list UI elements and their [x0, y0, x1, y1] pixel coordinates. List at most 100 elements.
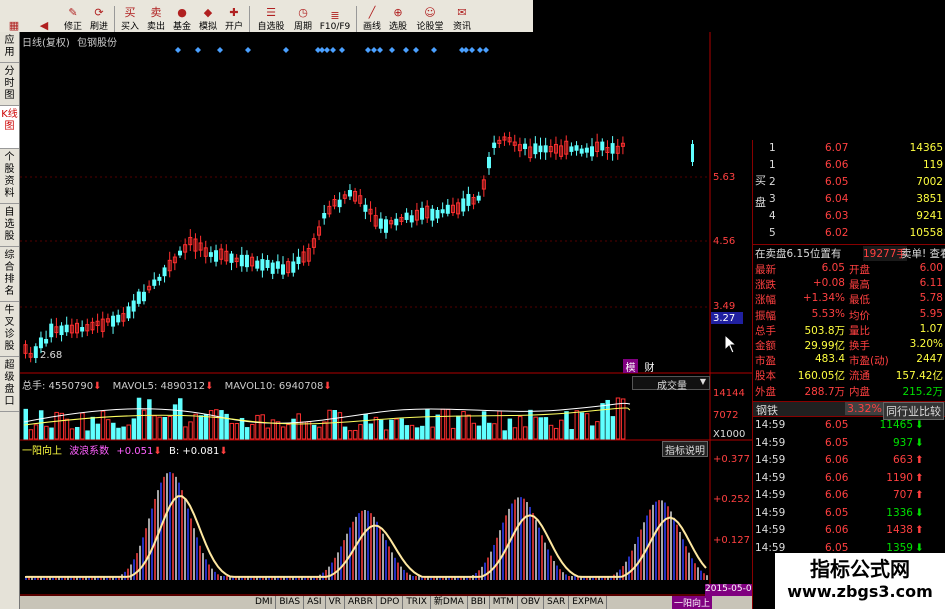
toolbar-button-icon-1[interactable]: ◀: [28, 2, 60, 32]
sidebar-tab-4[interactable]: 自选股: [0, 204, 19, 247]
toolbar-label: 卖出: [146, 22, 165, 32]
indicator-tab-10[interactable]: OBV: [518, 596, 544, 609]
order-price: 6.04: [825, 193, 849, 205]
volume-bar: [420, 425, 425, 440]
quote-value: 215.2万: [902, 385, 943, 398]
candle-body: [260, 259, 265, 271]
tab-cai[interactable]: 财: [642, 359, 657, 374]
arrow-down-icon: ⬇: [915, 419, 924, 431]
candle-body: [136, 291, 141, 304]
toolbar-button-15[interactable]: ✉ 资讯: [449, 2, 475, 33]
toolbar-button-10[interactable]: ◷ 周期: [290, 2, 316, 33]
toolbar-button-11[interactable]: ≣ F10/F9: [316, 2, 354, 33]
volume-bar: [244, 427, 250, 440]
toolbar-button-6[interactable]: ● 基金: [169, 2, 195, 33]
candle-body: [347, 190, 352, 197]
indicator-help-button[interactable]: 指标说明: [662, 441, 708, 457]
indicator-tab-5[interactable]: DPO: [377, 596, 404, 609]
volume-bar: [425, 409, 430, 440]
toolbar-button-8[interactable]: ✚ 开户: [221, 2, 247, 33]
sidebar-tab-5[interactable]: 综合排名: [0, 247, 19, 302]
sidebar-tab-1[interactable]: 分时图: [0, 63, 19, 106]
sidebar-tab-0[interactable]: 应用: [0, 32, 19, 63]
quote-key: 振幅: [755, 309, 776, 322]
volume-bar: [136, 397, 142, 440]
quote-row: 最新 6.05 开盘 6.00: [753, 262, 945, 276]
tab-mo[interactable]: 模: [623, 359, 638, 374]
candle-body: [569, 146, 574, 152]
tabs-scroll-area: [20, 596, 252, 609]
candle-body: [600, 141, 605, 151]
indicator-tab-4[interactable]: ARBR: [345, 596, 377, 609]
candle-body: [49, 323, 54, 338]
tick-price: 6.05: [825, 436, 849, 449]
volume-bar: [600, 403, 605, 440]
toolbar-label: 自选股: [257, 22, 285, 32]
candle-body: [162, 267, 167, 277]
kline-chart-svg[interactable]: 5.63 4.56 3.493.27 2.68 14144 7072 X1000 +0.377…: [20, 32, 752, 609]
toolbar-button-5[interactable]: 卖卖出: [143, 2, 169, 33]
volume-bar: [543, 417, 549, 440]
candle-body: [476, 195, 481, 201]
sidebar-tab-2[interactable]: K线图: [0, 106, 19, 149]
indicator-tab-6[interactable]: TRIX: [403, 596, 431, 609]
price-axis-label: 5.63: [713, 172, 735, 183]
date-box: 2015-05-06,3: [705, 584, 752, 596]
volume-axis-label: 14144: [713, 388, 745, 399]
order-book-row: 3 6.04 3851: [753, 193, 945, 207]
toolbar-button-9[interactable]: ☰ 自选股: [252, 2, 290, 33]
indicator-tab-2[interactable]: ASI: [304, 596, 326, 609]
volume-bar: [502, 430, 507, 440]
indicator-tab-8[interactable]: BBI: [468, 596, 490, 609]
indicator-tab-9[interactable]: MTM: [490, 596, 518, 609]
quote-value: 2447: [916, 353, 943, 366]
indicator-tab-7[interactable]: 新DMA: [431, 596, 468, 609]
volume-bar: [456, 415, 461, 440]
toolbar-button-4[interactable]: 买买入: [117, 2, 143, 33]
candle-body: [141, 291, 146, 302]
candle-body: [281, 264, 285, 275]
sidebar-tab-6[interactable]: 牛叉诊股: [0, 302, 19, 357]
tab-active-indicator[interactable]: 一阳向上: [672, 596, 712, 609]
indicator-tab-12[interactable]: EXPMA: [569, 596, 608, 609]
quote-key: 涨幅: [755, 294, 776, 307]
arrow-up-icon: ⬆: [915, 471, 924, 484]
tick-time: 14:59: [755, 524, 786, 536]
toolbar-button-2[interactable]: ✎ 修正: [60, 2, 86, 33]
quote-key: 开盘: [849, 264, 870, 276]
toolbar-button-14[interactable]: ☺ 论股堂: [411, 2, 449, 33]
tick-volume: 11465: [879, 419, 913, 431]
candle-body: [111, 315, 116, 327]
industry-bar: 钢铁 3.32% 同行业比较: [753, 401, 945, 420]
correct-icon: ✎: [68, 6, 78, 19]
toolbar-button-7[interactable]: ◆ 模拟: [195, 2, 221, 33]
volume-bar: [538, 417, 543, 440]
toolbar-button-13[interactable]: ⊕ 选股: [385, 2, 411, 33]
volume-indicator-select[interactable]: 成交量 ▼: [632, 376, 710, 392]
watermark: 指标公式网 www.zbgs3.com: [775, 553, 945, 609]
industry-compare-button[interactable]: 同行业比较: [883, 402, 944, 420]
toolbar-button-icon-0[interactable]: ▦: [0, 2, 28, 32]
candle-body: [270, 262, 275, 274]
sidebar-tab-7[interactable]: 超级盘口: [0, 357, 19, 412]
indicator-tab-3[interactable]: VR: [326, 596, 346, 609]
chart-area[interactable]: 5.63 4.56 3.49 3.27 2.68 14144 7072 X1000 +0.377…: [20, 32, 752, 609]
tick-price: 6.05: [825, 506, 849, 519]
tick-time: 14:59: [755, 471, 786, 484]
toolbar-button-12[interactable]: ╱ 画线: [359, 2, 385, 33]
quote-value: 29.99亿: [804, 340, 845, 352]
volume-bar: [590, 425, 595, 440]
toolbar-button-3[interactable]: ⟳ 刷进: [86, 2, 112, 33]
candle-body: [59, 325, 64, 336]
indicator-tab-1[interactable]: BIAS: [276, 596, 305, 609]
indicator-tab-11[interactable]: SAR: [544, 596, 570, 609]
indicator-a-value: +0.051: [116, 446, 154, 457]
volume-bar: [332, 410, 337, 440]
account-icon: ✚: [229, 6, 239, 19]
candle-body: [610, 143, 615, 154]
tick-price: 6.06: [825, 454, 849, 466]
tick-row: 14:59 6.06 1438 ⬆: [753, 524, 945, 538]
volume-bar: [75, 426, 80, 440]
indicator-tab-0[interactable]: DMI: [252, 596, 277, 609]
sidebar-tab-3[interactable]: 个股资料: [0, 149, 19, 204]
